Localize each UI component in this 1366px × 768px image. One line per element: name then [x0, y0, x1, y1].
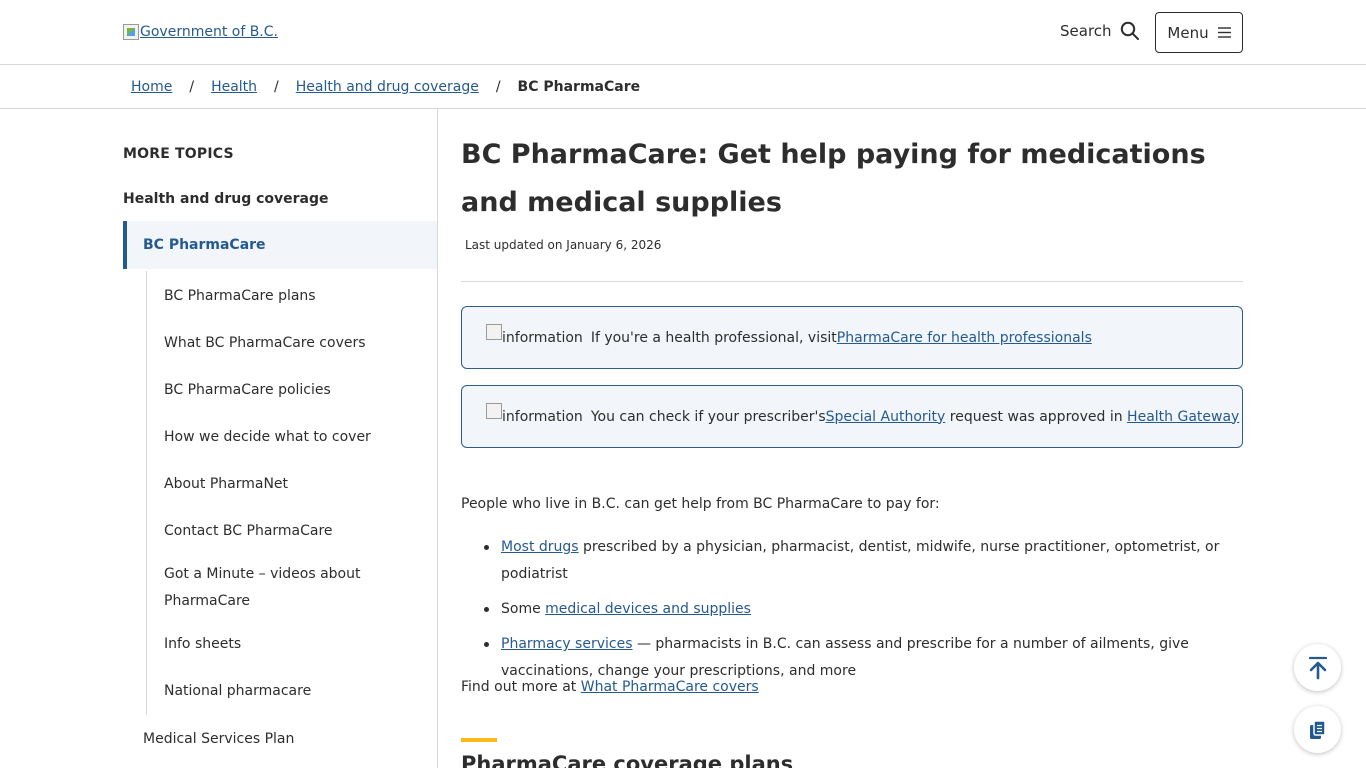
sidebar-item-plans[interactable]: BC PharmaCare plans: [164, 283, 394, 310]
breadcrumb-home[interactable]: Home: [131, 79, 172, 95]
sidebar-item-national-pharmacare[interactable]: National pharmacare: [164, 678, 394, 705]
broken-image-icon: [486, 323, 502, 340]
health-gateway-link[interactable]: Health Gateway: [1127, 409, 1239, 425]
list-item: Pharmacy services — pharmacists in B.C. …: [461, 631, 1243, 685]
back-to-top-button[interactable]: [1294, 644, 1341, 691]
info-text: You can check if your prescriber's: [590, 408, 826, 425]
page-title: BC PharmaCare: Get help paying for medic…: [461, 139, 1206, 218]
site-header: Government of B.C. Search Menu: [0, 0, 1366, 65]
breadcrumb-health[interactable]: Health: [211, 79, 257, 95]
find-more-text: Find out more at What PharmaCare covers: [461, 679, 759, 695]
sidebar-item-label: BC PharmaCare: [143, 237, 266, 253]
breadcrumb-current: BC PharmaCare: [517, 78, 641, 95]
sidebar-item-what-covers[interactable]: What BC PharmaCare covers: [164, 330, 394, 357]
search-button[interactable]: Search: [1060, 21, 1140, 41]
medical-devices-link[interactable]: medical devices and supplies: [545, 601, 751, 617]
sidebar-subnav: BC PharmaCare plans What BC PharmaCare c…: [146, 271, 438, 715]
info-callout-special-authority: information You can check if your prescr…: [461, 385, 1243, 448]
info-callout-health-professional: information If you're a health professio…: [461, 306, 1243, 369]
special-authority-link[interactable]: Special Authority: [826, 409, 946, 425]
list-item-prefix: Some: [501, 601, 546, 617]
last-updated: Last updated on January 6, 2026: [465, 238, 662, 252]
sidebar-item-medical-services-plan[interactable]: Medical Services Plan: [143, 731, 294, 747]
menu-label: Menu: [1167, 23, 1209, 42]
coverage-list: Most drugs prescribed by a physician, ph…: [461, 534, 1243, 693]
breadcrumb-separator: /: [189, 78, 195, 95]
copy-icon: [1309, 719, 1326, 739]
what-pharmacare-covers-link[interactable]: What PharmaCare covers: [581, 679, 759, 695]
sidebar: MORE TOPICS Health and drug coverage BC …: [123, 109, 438, 768]
sidebar-item-pharmanet[interactable]: About PharmaNet: [164, 471, 394, 498]
list-item-text: prescribed by a physician, pharmacist, d…: [501, 539, 1220, 582]
search-label: Search: [1060, 22, 1112, 40]
broken-image-icon: [486, 402, 502, 419]
divider: [461, 281, 1243, 282]
menu-button[interactable]: Menu: [1155, 12, 1243, 53]
find-more-label: Find out more at: [461, 679, 581, 695]
copy-link-button[interactable]: [1294, 706, 1341, 753]
intro-text: People who live in B.C. can get help fro…: [461, 496, 940, 512]
breadcrumb: Home / Health / Health and drug coverage…: [0, 65, 1366, 109]
arrow-up-icon: [1308, 656, 1327, 679]
sidebar-item-bc-pharmacare[interactable]: BC PharmaCare: [123, 221, 437, 269]
hamburger-icon: [1217, 27, 1231, 38]
information-alt-text: information: [502, 408, 583, 425]
most-drugs-link[interactable]: Most drugs: [501, 539, 579, 555]
information-icon: information: [486, 402, 583, 425]
sidebar-item-videos[interactable]: Got a Minute – videos about PharmaCare: [164, 561, 374, 615]
information-alt-text: information: [502, 329, 583, 346]
logo-alt-text: Government of B.C.: [140, 24, 278, 40]
info-text: If you're a health professional, visit: [590, 329, 837, 346]
search-icon: [1120, 21, 1139, 40]
pharmacy-services-link[interactable]: Pharmacy services: [501, 636, 633, 652]
breadcrumb-separator: /: [495, 78, 501, 95]
sidebar-heading: MORE TOPICS: [123, 146, 234, 162]
sidebar-item-policies[interactable]: BC PharmaCare policies: [164, 377, 394, 404]
sidebar-item-health-drug-coverage[interactable]: Health and drug coverage: [123, 191, 329, 207]
information-icon: information: [486, 323, 583, 346]
sidebar-item-info-sheets[interactable]: Info sheets: [164, 631, 394, 658]
section-accent-bar: [461, 738, 497, 742]
breadcrumb-separator: /: [274, 78, 279, 95]
broken-image-icon: [123, 24, 139, 40]
list-item: Most drugs prescribed by a physician, ph…: [461, 534, 1243, 588]
gov-bc-logo[interactable]: Government of B.C.: [123, 24, 278, 40]
sidebar-item-how-we-decide[interactable]: How we decide what to cover: [164, 424, 394, 451]
section-heading: PharmaCare coverage plans: [461, 752, 794, 768]
list-item: Some medical devices and supplies: [461, 596, 1243, 623]
pharmacare-health-professionals-link[interactable]: PharmaCare for health professionals: [837, 330, 1092, 346]
sidebar-item-contact[interactable]: Contact BC PharmaCare: [164, 518, 394, 545]
info-text: request was approved in: [945, 408, 1128, 425]
breadcrumb-health-drug-coverage[interactable]: Health and drug coverage: [296, 79, 479, 95]
